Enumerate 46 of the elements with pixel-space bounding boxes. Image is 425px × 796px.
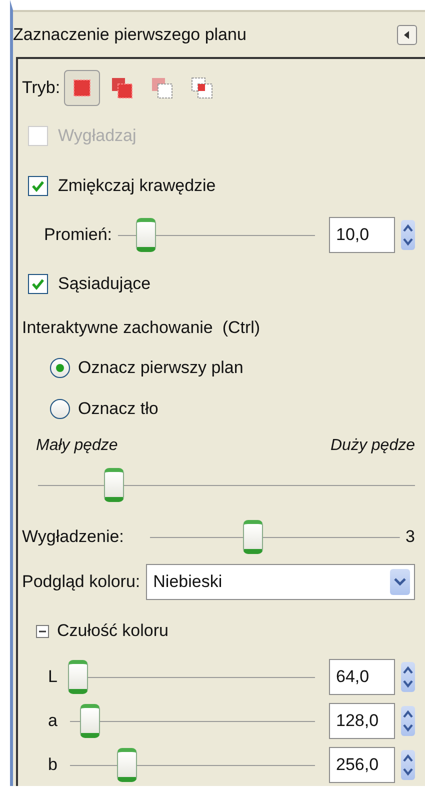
mode-replace-button[interactable] <box>64 70 100 106</box>
channel-field[interactable]: 64,0 <box>329 659 395 695</box>
overlapping-squares-icon <box>110 76 134 100</box>
radio-label: Oznacz tło <box>78 398 158 418</box>
checkmark-icon <box>31 179 45 193</box>
overlapping-squares-icon <box>190 76 214 100</box>
spin-arrows-icon[interactable] <box>401 706 415 736</box>
smoothing-label: Wygładzenie: <box>22 527 124 547</box>
checkmark-icon <box>31 277 45 291</box>
smoothing-value: 3 <box>406 527 415 547</box>
preview-dropdown[interactable]: Niebieski <box>146 564 415 600</box>
channel-label: L <box>48 667 58 687</box>
slider-thumb[interactable] <box>242 520 263 554</box>
collapse-toggle-icon[interactable] <box>36 624 49 638</box>
preview-label: Podgląd koloru: <box>22 572 140 592</box>
contiguous-checkbox[interactable] <box>28 274 48 294</box>
brush-min-label: Mały pędze <box>36 437 118 456</box>
radius-field[interactable]: 10,0 <box>329 217 395 253</box>
antialias-label: Wygładzaj <box>58 126 136 146</box>
radio-label: Oznacz pierwszy plan <box>78 358 244 378</box>
channel-field[interactable]: 256,0 <box>329 747 395 783</box>
radius-label: Promień: <box>44 225 112 245</box>
channel-label: b <box>48 755 58 775</box>
channel-field[interactable]: 128,0 <box>329 703 395 739</box>
slider-thumb[interactable] <box>117 748 137 782</box>
slider-thumb[interactable] <box>136 218 156 252</box>
spin-arrows-icon[interactable] <box>401 220 415 250</box>
collapse-button[interactable] <box>397 24 417 44</box>
feather-checkbox[interactable] <box>28 176 48 196</box>
overlapping-squares-icon <box>150 76 174 100</box>
mode-label: Tryb: <box>22 78 60 98</box>
slider-thumb[interactable] <box>80 704 100 738</box>
sensitivity-label: Czułość koloru <box>57 621 168 641</box>
radio-button[interactable] <box>50 358 70 378</box>
channel-label: a <box>48 711 58 731</box>
spin-arrows-icon[interactable] <box>401 662 415 692</box>
panel-title: Zaznaczenie pierwszego planu <box>13 24 246 44</box>
feather-label: Zmiękczaj krawędzie <box>58 176 216 196</box>
interactive-label: Interaktywne zachowanie (Ctrl) <box>22 318 260 338</box>
left-triangle-icon <box>402 30 412 40</box>
contiguous-label: Sąsiadujące <box>58 274 151 294</box>
slider-thumb[interactable] <box>104 468 124 502</box>
radio-button[interactable] <box>50 398 70 418</box>
spin-arrows-icon[interactable] <box>401 750 415 780</box>
slider-thumb[interactable] <box>68 660 88 694</box>
brush-max-label: Duży pędze <box>330 437 415 456</box>
